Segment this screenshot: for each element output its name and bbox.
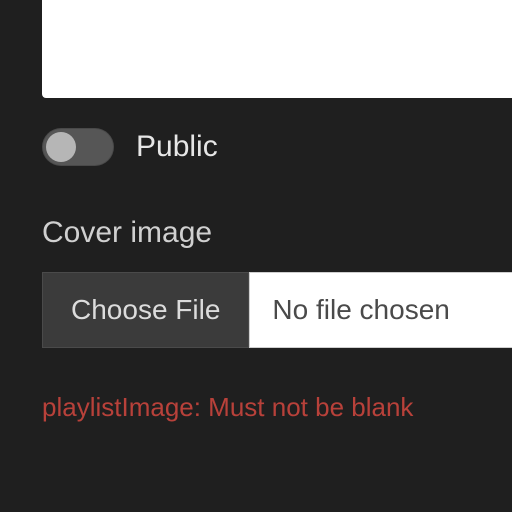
public-toggle[interactable] [42, 128, 114, 166]
toggle-knob [46, 132, 76, 162]
cover-image-label: Cover image [42, 216, 212, 250]
file-input-row: Choose File No file chosen [42, 272, 512, 348]
validation-error: playlistImage: Must not be blank [42, 392, 413, 423]
file-status: No file chosen [249, 272, 512, 348]
choose-file-button[interactable]: Choose File [42, 272, 249, 348]
description-textarea[interactable] [42, 0, 512, 98]
public-toggle-row: Public [42, 128, 218, 166]
public-toggle-label: Public [136, 130, 218, 164]
